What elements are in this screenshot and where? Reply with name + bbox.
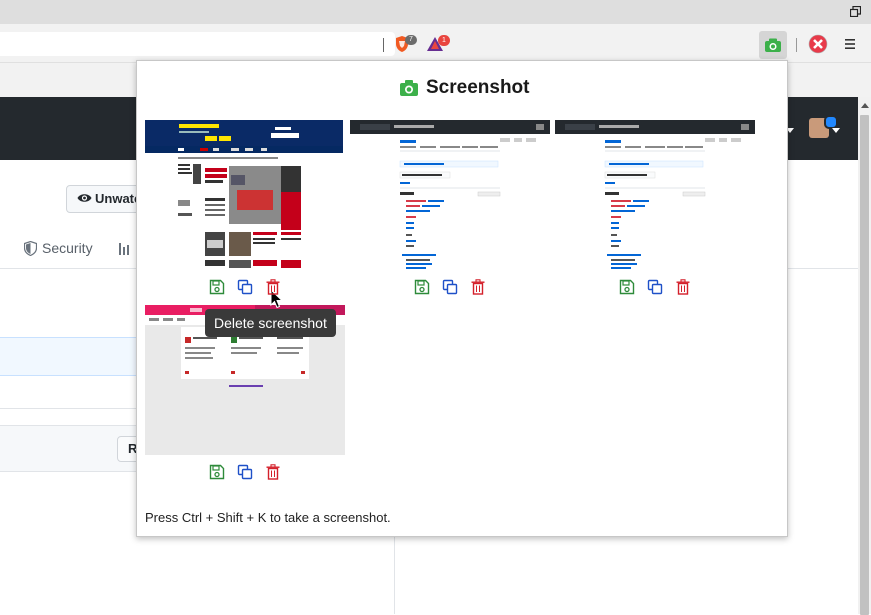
browser-menu-icon[interactable] [845,38,855,50]
save-screenshot-button[interactable] [209,279,225,295]
trash-icon [676,279,690,295]
trash-icon [266,464,280,480]
insights-graph-icon[interactable] [118,241,134,255]
save-icon [414,279,430,295]
x-extension-icon[interactable] [808,34,828,54]
scroll-thumb[interactable] [860,115,869,615]
tab-security-label: Security [42,240,93,256]
dark-header-page-preview-2 [555,120,755,270]
copy-icon [647,279,663,295]
rewards-count-badge: 1 [438,35,450,46]
dark-header-page-preview [350,120,550,270]
save-icon [619,279,635,295]
eye-icon [77,194,92,202]
camera-icon [765,38,781,52]
copy-screenshot-button[interactable] [237,279,253,295]
profile-menu-caret-icon[interactable] [832,128,840,133]
toolbar-separator [796,38,797,52]
save-icon [209,464,225,480]
column-divider [394,533,395,614]
popup-header: Screenshot [137,77,787,101]
scroll-up-arrow-icon[interactable] [861,103,869,108]
trash-icon [471,279,485,295]
copy-icon [237,464,253,480]
screenshot-extension-button[interactable] [759,31,787,59]
copy-icon [442,279,458,295]
page-scrollbar[interactable] [858,97,871,615]
save-screenshot-button[interactable] [414,279,430,295]
shortcut-hint: Press Ctrl + Shift + K to take a screens… [145,510,391,525]
camera-icon [400,80,418,96]
restore-window-icon[interactable] [850,6,861,17]
address-bar-separator [383,38,384,52]
delete-screenshot-button[interactable] [470,279,486,295]
screenshot-popup: Screenshot Press Ctrl + Shift + K to tak… [136,60,788,537]
screenshot-thumbnail-2[interactable] [350,120,550,270]
address-bar[interactable] [0,32,395,56]
popup-title: Screenshot [426,77,530,98]
guardian-page-preview [145,120,345,270]
screenshot-thumbnail-1[interactable] [145,120,345,270]
save-screenshot-button[interactable] [619,279,635,295]
window-titlebar [0,0,871,24]
delete-screenshot-button[interactable] [265,279,281,295]
copy-screenshot-button[interactable] [442,279,458,295]
trash-icon [266,279,280,295]
delete-screenshot-button[interactable] [265,464,281,480]
save-icon [209,279,225,295]
copy-screenshot-button[interactable] [237,464,253,480]
screenshot-thumbnail-3[interactable] [555,120,755,270]
notification-dot [824,115,838,129]
delete-screenshot-button[interactable] [675,279,691,295]
delete-tooltip: Delete screenshot [205,309,336,337]
save-screenshot-button[interactable] [209,464,225,480]
tab-security[interactable]: Security [24,240,93,256]
copy-icon [237,279,253,295]
shields-count-badge: 7 [405,35,417,45]
copy-screenshot-button[interactable] [647,279,663,295]
shield-icon [24,241,37,256]
